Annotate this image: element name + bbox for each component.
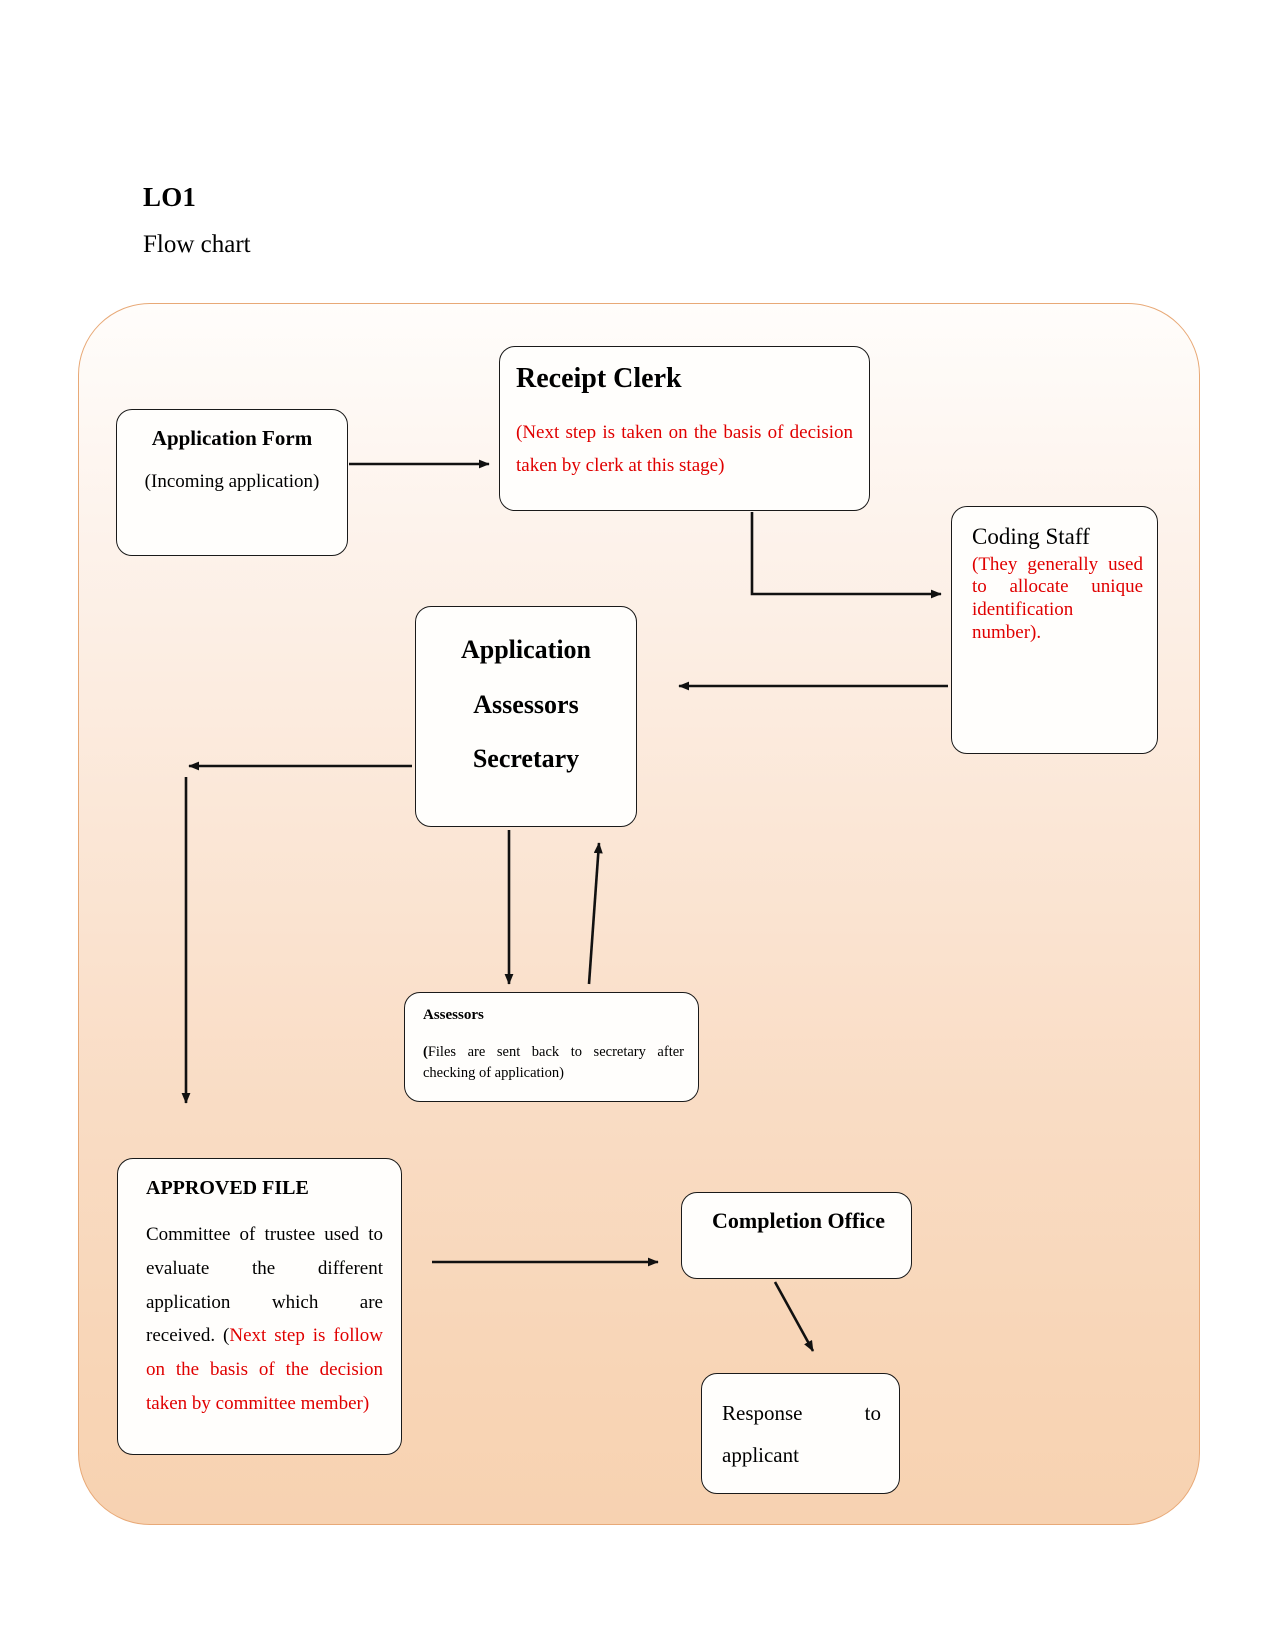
node-assessors-body-text: Files are sent back to secretary after c… [423,1043,684,1081]
node-approved-file[interactable]: APPROVED FILE Committee of trustee used … [117,1158,402,1455]
node-assessors-title: Assessors [423,1007,484,1023]
node-assessors-body: (Files are sent back to secretary after … [423,1042,684,1084]
node-secretary-title-line2: Assessors [473,689,579,719]
node-coding-staff-title: Coding Staff [972,524,1090,549]
node-assessors[interactable]: Assessors (Files are sent back to secret… [404,992,699,1102]
node-approved-file-body: Committee of trustee used to evaluate th… [146,1218,383,1421]
node-receipt-clerk-body: (Next step is taken on the basis of deci… [516,422,853,477]
page-title: LO1 [143,182,197,212]
node-secretary-title-line3: Secretary [472,744,580,774]
node-secretary-title-line1: Application [460,635,592,664]
node-coding-staff[interactable]: Coding Staff (They generally used to all… [951,506,1158,754]
node-completion-office-title: Completion Office [712,1208,885,1233]
node-secretary[interactable]: Application Assessors Secretary [415,606,637,827]
node-completion-office[interactable]: Completion Office [681,1192,912,1279]
node-approved-file-title: APPROVED FILE [146,1177,309,1199]
node-application-form-body: (Incoming application) [144,471,320,493]
page-subtitle: Flow chart [143,231,251,258]
node-coding-staff-body: (They generally used to allocate unique … [972,553,1143,643]
node-receipt-clerk[interactable]: Receipt Clerk (Next step is taken on the… [499,346,870,511]
node-application-form[interactable]: Application Form (Incoming application) [116,409,348,556]
node-application-form-title: Application Form [151,426,313,450]
page-root: LO1 Flow chart Application Form (Incomin… [0,0,1275,1650]
node-response[interactable]: Response to applicant [701,1373,900,1494]
node-response-body: Response to applicant [722,1401,881,1467]
node-receipt-clerk-title: Receipt Clerk [516,363,682,394]
